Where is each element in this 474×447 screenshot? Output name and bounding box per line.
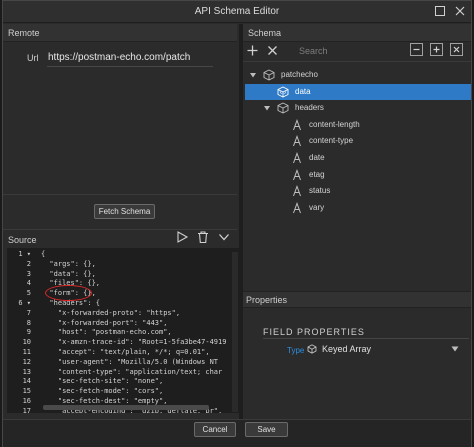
code-line[interactable]: "args": {}, [41,260,226,270]
code-line[interactable]: "x-forwarded-proto": "https", [41,309,226,319]
save-button[interactable]: Save [245,422,288,437]
remote-header: Remote [3,24,237,42]
schema-tree: patchecho data headers content-length conten… [243,63,471,289]
add-icon[interactable] [246,44,259,57]
code-line[interactable]: "accept": "text/plain, */*; q=0.01", [41,348,226,358]
line-number: 13 [22,367,31,376]
line-number: 10 [22,338,31,347]
chevron-down-icon[interactable] [217,230,231,244]
line-number: 3 [26,269,31,278]
text-field-icon [293,118,301,130]
trash-icon[interactable] [196,230,210,244]
line-number: 1 ▾ [18,250,31,258]
tree-item[interactable]: etag [243,167,471,183]
schema-search-input[interactable]: Search [293,44,403,59]
text-field-icon [293,185,301,197]
tree-item-label: content-type [309,136,354,146]
fetch-schema-button[interactable]: Fetch Schema [94,204,155,219]
dialog-footer [3,419,471,447]
caret-down-icon[interactable] [451,346,459,352]
title-bar: API Schema Editor [3,1,471,23]
object-icon [263,69,275,81]
tree-item-label: content-length [309,119,360,129]
source-label: Source [8,235,37,245]
line-number: 2 [26,259,31,268]
tree-item[interactable]: status [243,183,471,199]
run-icon[interactable] [175,230,189,244]
tree-item[interactable]: content-type [243,133,471,149]
editor-vertical-scrollbar[interactable] [232,252,238,412]
maximize-icon[interactable] [432,3,448,19]
type-select[interactable]: Keyed Array [308,342,466,357]
line-number: 8 [26,318,31,327]
type-label: Type [287,346,305,355]
window-title: API Schema Editor [194,6,280,17]
expand-arrow-icon[interactable] [249,71,257,79]
code-line[interactable]: "content-type": "application/text; char [41,368,226,378]
code-line[interactable]: "data": {}, [41,270,226,280]
remove-all-icon[interactable] [450,43,463,56]
tree-item-label: status [309,186,331,196]
tree-item[interactable]: data [245,83,471,100]
code-line[interactable]: "x-forwarded-port": "443", [41,319,226,329]
code-line[interactable]: "sec-fetch-site": "none", [41,377,226,387]
tree-item-label: etag [309,169,325,179]
code-line[interactable]: { [41,250,226,260]
tree-item[interactable]: headers [243,100,471,116]
text-field-icon [293,201,301,213]
line-number: 17 [22,406,31,413]
tree-item-label: vary [309,202,325,212]
tree-item-label: data [295,86,311,96]
keyed-array-icon [307,344,317,354]
collapse-all-icon[interactable] [410,43,423,56]
tree-item-label: headers [295,103,324,113]
expand-all-icon[interactable] [430,43,443,56]
code-line[interactable]: "sec-fetch-mode": "cors", [41,387,226,397]
editor-horizontal-scrollbar[interactable] [43,405,209,410]
tree-item[interactable]: patchecho [243,67,471,83]
code-lines[interactable]: { "args": {}, "data": {}, "files": {}, "… [41,250,226,413]
code-line[interactable]: "host": "postman-echo.com", [41,328,226,338]
array-icon [277,86,289,98]
line-number-gutter: 1 ▾ 2 3 4 5 6 ▾ 7 8 9 10 11 12 13 14 15 16… [7,250,31,413]
url-input[interactable]: https://postman-echo.com/patch [47,50,213,67]
properties-panel [243,308,471,419]
tree-item[interactable]: date [243,150,471,166]
line-number: 12 [22,357,31,366]
tree-item[interactable]: vary [243,200,471,216]
schema-header: Schema [243,24,471,42]
code-editor[interactable]: 1 ▾ 2 3 4 5 6 ▾ 7 8 9 10 11 12 13 14 15 16… [7,248,239,413]
tree-item-label: date [309,153,325,162]
close-icon[interactable] [452,3,468,19]
cancel-button[interactable]: Cancel [194,422,236,437]
section-divider [263,338,469,339]
code-line[interactable]: "x-amzn-trace-id": "Root=1-5fa3be47-4919 [41,338,227,348]
object-icon [277,102,289,114]
tree-item[interactable]: content-length [243,117,471,133]
code-line[interactable]: "user-agent": "Mozilla/5.0 (Windows NT [41,358,226,368]
text-field-icon [293,152,301,164]
line-number: 11 [22,347,31,356]
text-field-icon [293,135,301,147]
tree-item-label: patchecho [281,70,318,79]
line-number: 4 [26,279,31,288]
text-field-icon [293,168,301,180]
delete-icon[interactable] [266,44,279,57]
field-properties-title: FIELD PROPERTIES [263,327,365,337]
line-number: 9 [26,328,31,337]
form-highlight-annotation [45,285,92,301]
properties-header: Properties [243,291,471,308]
api-schema-editor-dialog: API Schema Editor Remote Url https://pos… [2,0,472,447]
line-number: 14 [22,377,31,386]
line-number: 5 [26,289,31,298]
line-number: 6 ▾ [18,298,31,307]
url-label: Url [27,53,39,63]
expand-arrow-icon[interactable] [263,104,271,112]
line-number: 15 [22,387,31,396]
line-number: 7 [26,308,31,317]
line-number: 16 [22,396,31,405]
